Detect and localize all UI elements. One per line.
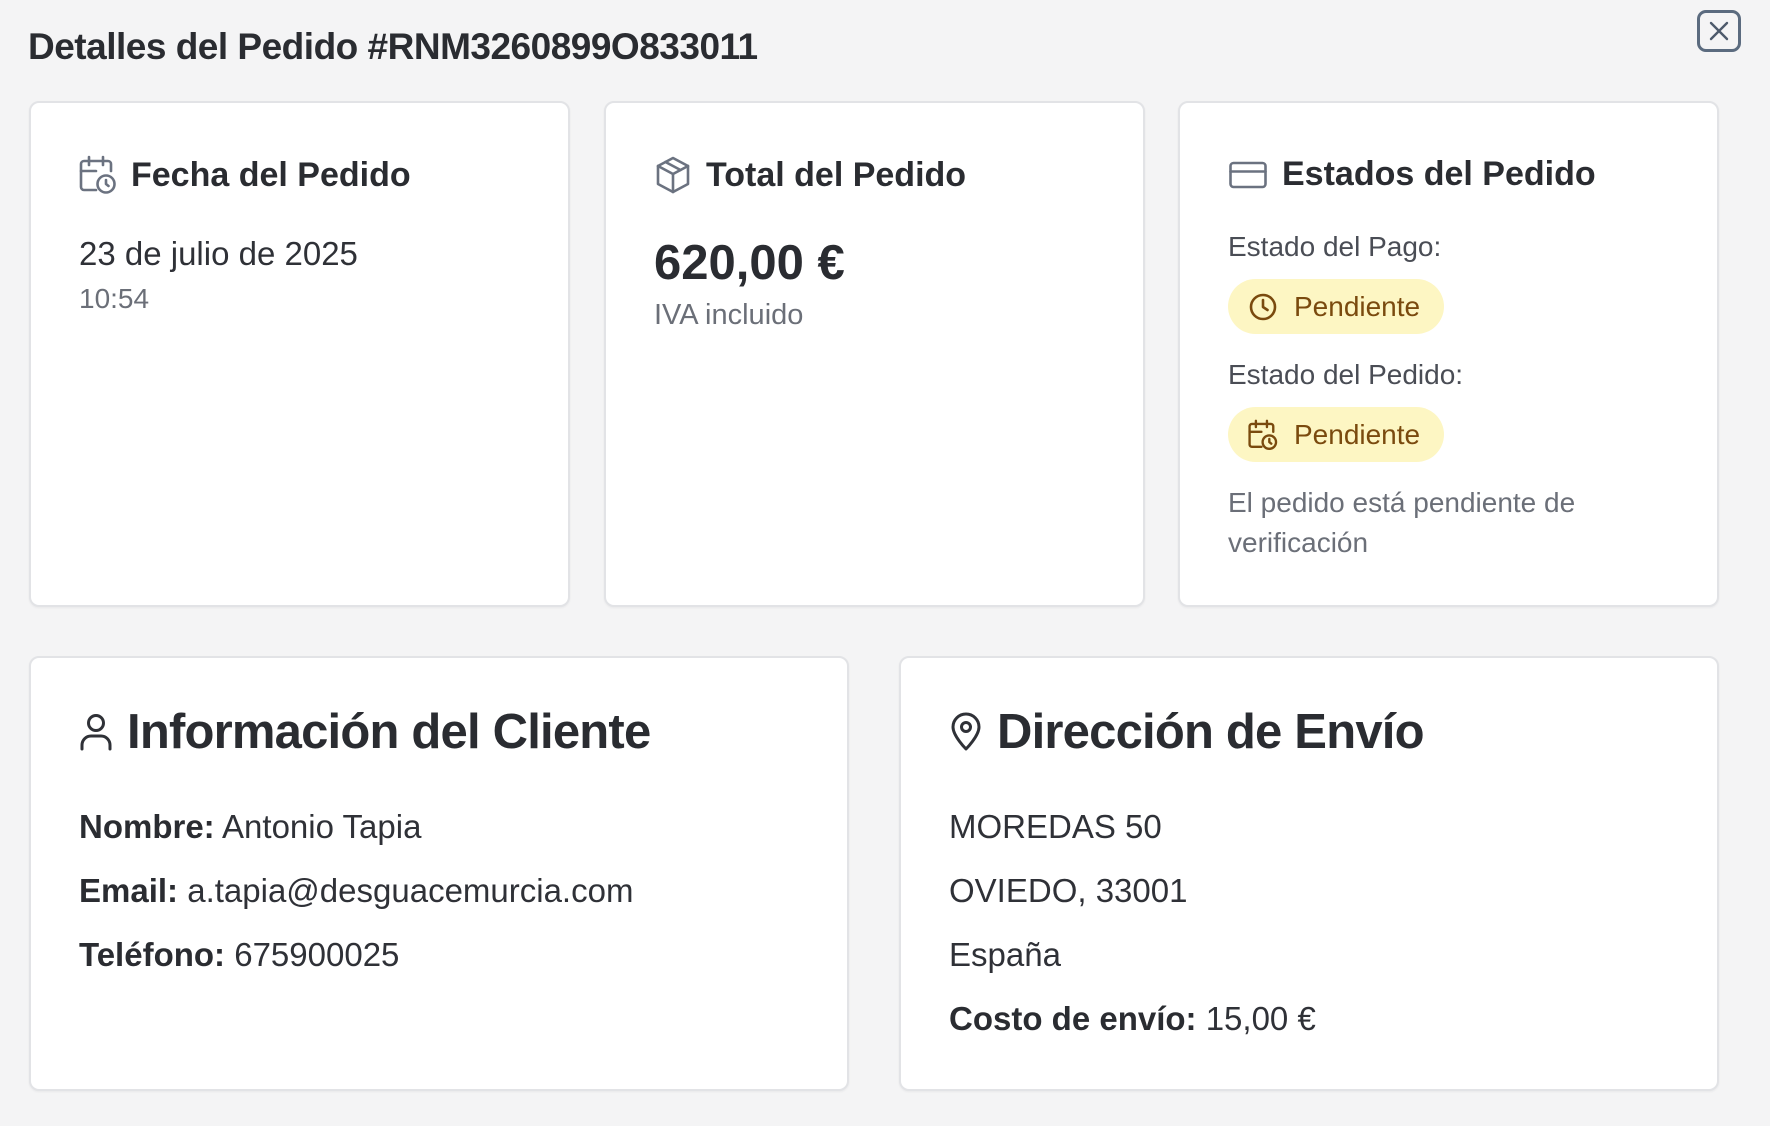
map-pin-icon xyxy=(949,712,983,752)
close-icon xyxy=(1708,20,1730,42)
package-icon xyxy=(654,155,692,195)
customer-email-row: Email: a.tapia@desguacemurcia.com xyxy=(79,872,633,910)
modal-title: Detalles del Pedido #RNM3260899O833011 xyxy=(28,26,758,67)
payment-status-badge: Pendiente xyxy=(1228,279,1445,334)
payment-status-text: Pendiente xyxy=(1294,290,1421,322)
order-status-card: Estados del Pedido Estado del Pago: Pend… xyxy=(1178,101,1719,607)
order-total-title: Total del Pedido xyxy=(706,155,967,194)
order-total-header: Total del Pedido xyxy=(654,155,966,195)
clock-icon xyxy=(1248,292,1278,322)
order-date-value: 23 de julio de 2025 xyxy=(79,235,358,272)
address-line-2: OVIEDO, 33001 xyxy=(949,872,1188,909)
order-status-header: Estados del Pedido xyxy=(1228,155,1596,194)
order-state-text: Pendiente xyxy=(1294,418,1421,450)
order-date-title: Fecha del Pedido xyxy=(131,155,411,194)
order-total-amount: 620,00 € xyxy=(654,236,845,290)
user-icon xyxy=(79,712,113,752)
credit-card-icon xyxy=(1228,159,1268,191)
customer-phone-row: Teléfono: 675900025 xyxy=(79,936,399,974)
customer-phone-label: Teléfono: xyxy=(79,936,226,973)
order-status-title: Estados del Pedido xyxy=(1282,155,1596,193)
customer-name-row: Nombre: Antonio Tapia xyxy=(79,808,421,846)
customer-info-card: Información del Cliente Nombre: Antonio … xyxy=(29,656,849,1091)
calendar-clock-icon xyxy=(79,155,117,195)
shipping-cost-label: Costo de envío: xyxy=(949,1000,1197,1037)
customer-name-label: Nombre: xyxy=(79,808,215,845)
order-total-card: Total del Pedido 620,00 € IVA incluido xyxy=(604,101,1145,607)
order-state-label: Estado del Pedido: xyxy=(1228,359,1464,390)
address-country: España xyxy=(949,936,1061,973)
calendar-clock-icon xyxy=(1248,419,1278,451)
customer-email-value: a.tapia@desguacemurcia.com xyxy=(187,872,634,909)
customer-info-header: Información del Cliente xyxy=(79,704,651,760)
order-state-note: El pedido está pendiente de verificación xyxy=(1228,487,1576,558)
customer-phone-value: 675900025 xyxy=(234,936,400,973)
shipping-address-header: Dirección de Envío xyxy=(949,704,1425,760)
order-state-badge: Pendiente xyxy=(1228,407,1445,462)
address-line-1: MOREDAS 50 xyxy=(949,808,1162,845)
order-date-card: Fecha del Pedido 23 de julio de 2025 10:… xyxy=(29,101,570,607)
shipping-address-card: Dirección de Envío MOREDAS 50 OVIEDO, 33… xyxy=(899,656,1719,1091)
shipping-cost-row: Costo de envío: 15,00 € xyxy=(949,1000,1316,1038)
payment-status-label: Estado del Pago: xyxy=(1228,231,1442,262)
customer-info-title: Información del Cliente xyxy=(127,705,651,759)
customer-email-label: Email: xyxy=(79,872,179,909)
shipping-address-title: Dirección de Envío xyxy=(997,705,1425,759)
close-button[interactable] xyxy=(1697,10,1741,52)
shipping-cost-value: 15,00 € xyxy=(1205,1000,1316,1037)
order-time-value: 10:54 xyxy=(79,283,150,314)
customer-name-value: Antonio Tapia xyxy=(222,808,422,845)
order-date-header: Fecha del Pedido xyxy=(79,155,411,195)
order-total-tax-note: IVA incluido xyxy=(654,299,804,331)
